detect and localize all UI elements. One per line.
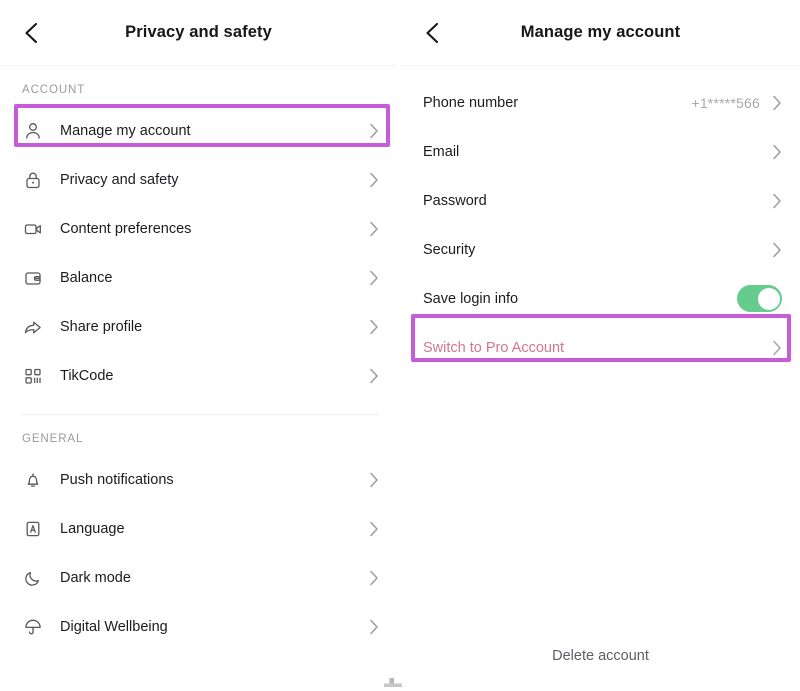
back-button-right[interactable] [417, 18, 447, 48]
lock-icon [22, 169, 44, 191]
section-label-account: ACCOUNT [22, 84, 86, 96]
account-item-label: Email [423, 143, 460, 160]
toggle-knob [757, 287, 780, 310]
account-item-switch-to-pro-account[interactable]: Switch to Pro Account [401, 323, 800, 372]
person-icon [22, 120, 44, 142]
sidebar-item-dark-mode[interactable]: Dark mode [0, 553, 397, 602]
qr-code-icon [22, 365, 44, 387]
sidebar-item-label: Balance [60, 269, 113, 286]
chevron-right-icon [772, 242, 782, 258]
chevron-right-icon [369, 221, 379, 237]
sidebar-item-balance[interactable]: Balance [0, 253, 397, 302]
chevron-right-icon [369, 123, 379, 139]
chevron-right-icon [369, 570, 379, 586]
save-login-info-toggle[interactable] [737, 285, 782, 312]
sidebar-item-tikcode[interactable]: TikCode [0, 351, 397, 400]
sidebar-item-label: Privacy and safety [60, 171, 179, 188]
bottom-artifact [384, 678, 402, 687]
sidebar-item-label: Content preferences [60, 220, 192, 237]
right-phone-panel: Manage my account Phone number +1*****56… [401, 0, 800, 691]
account-item-email[interactable]: Email [401, 127, 800, 176]
bell-icon [22, 469, 44, 491]
account-item-label: Password [423, 192, 487, 209]
chevron-right-icon [369, 270, 379, 286]
chevron-right-icon [772, 95, 782, 111]
left-phone-panel: Privacy and safety ACCOUNT Manage my acc… [0, 0, 399, 691]
sidebar-item-digital-wellbeing[interactable]: Digital Wellbeing [0, 602, 397, 651]
section-label-general: GENERAL [22, 433, 84, 445]
language-icon [22, 518, 44, 540]
account-item-phone-number[interactable]: Phone number +1*****566 [401, 78, 800, 127]
chevron-right-icon [369, 472, 379, 488]
video-icon [22, 218, 44, 240]
sidebar-item-language[interactable]: Language [0, 504, 397, 553]
wallet-icon [22, 267, 44, 289]
left-panel-header: Privacy and safety [0, 0, 397, 66]
delete-account-area: Delete account [401, 647, 800, 665]
right-panel-header: Manage my account [401, 0, 800, 66]
chevron-right-icon [369, 619, 379, 635]
sidebar-item-label: Push notifications [60, 471, 174, 488]
chevron-right-icon [772, 193, 782, 209]
account-item-label: Phone number [423, 94, 519, 111]
chevron-right-icon [772, 144, 782, 160]
sidebar-item-label: Language [60, 520, 125, 537]
right-panel-title: Manage my account [520, 23, 681, 41]
account-item-security[interactable]: Security [401, 225, 800, 274]
sidebar-item-share-profile[interactable]: Share profile [0, 302, 397, 351]
account-item-label: Security [423, 241, 476, 258]
left-panel-title: Privacy and safety [125, 23, 272, 41]
chevron-left-icon [23, 21, 39, 45]
account-item-label: Switch to Pro Account [423, 339, 565, 356]
chevron-right-icon [369, 521, 379, 537]
umbrella-icon [22, 616, 44, 638]
delete-account-button[interactable]: Delete account [552, 648, 649, 664]
sidebar-item-manage-my-account[interactable]: Manage my account [0, 106, 397, 155]
sidebar-item-label: Share profile [60, 318, 143, 335]
chevron-right-icon [369, 172, 379, 188]
sidebar-item-label: TikCode [60, 367, 114, 384]
chevron-right-icon [369, 319, 379, 335]
account-item-password[interactable]: Password [401, 176, 800, 225]
phone-number-value: +1*****566 [691, 94, 760, 111]
chevron-right-icon [369, 368, 379, 384]
sidebar-item-label: Manage my account [60, 122, 191, 139]
sidebar-item-label: Dark mode [60, 569, 131, 586]
dual-phone-screenshot: Privacy and safety ACCOUNT Manage my acc… [0, 0, 800, 691]
account-item-label: Save login info [423, 290, 519, 307]
sidebar-item-content-preferences[interactable]: Content preferences [0, 204, 397, 253]
moon-icon [22, 567, 44, 589]
chevron-right-icon [772, 340, 782, 356]
sidebar-item-push-notifications[interactable]: Push notifications [0, 455, 397, 504]
share-icon [22, 316, 44, 338]
chevron-left-icon [424, 21, 440, 45]
account-item-save-login-info[interactable]: Save login info [401, 274, 800, 323]
sidebar-item-privacy-and-safety[interactable]: Privacy and safety [0, 155, 397, 204]
back-button-left[interactable] [16, 18, 46, 48]
sidebar-item-label: Digital Wellbeing [60, 618, 168, 635]
